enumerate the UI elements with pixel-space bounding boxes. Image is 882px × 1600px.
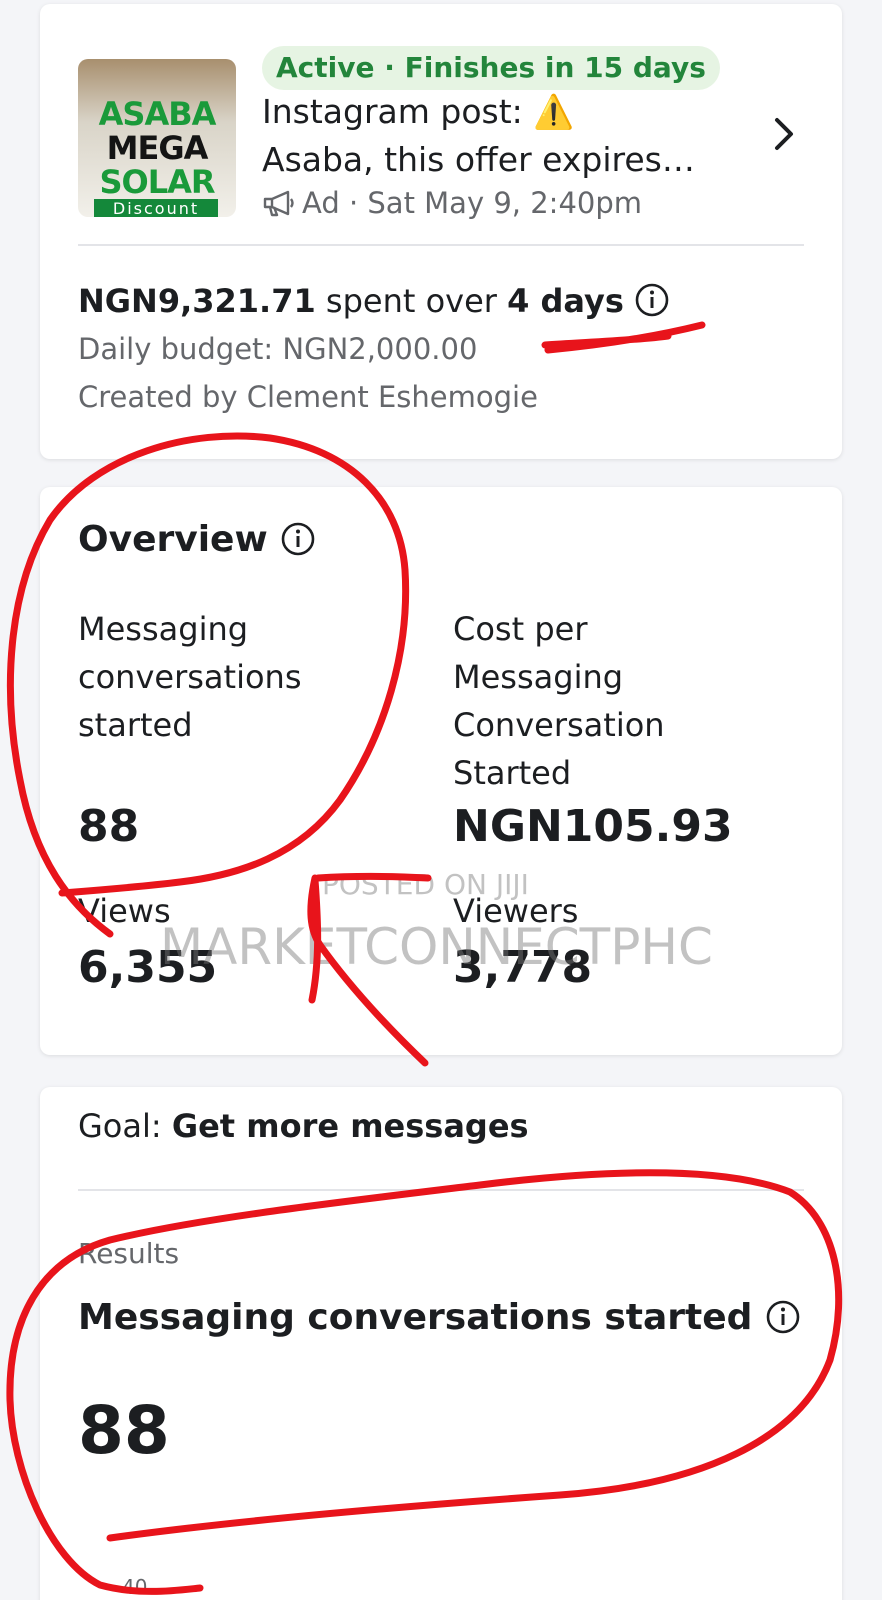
circle-overview	[6, 432, 410, 938]
arrow-pointer	[307, 873, 432, 1067]
red-annotations	[6, 321, 843, 1595]
underline-4-days	[541, 321, 706, 354]
circle-results	[6, 1169, 843, 1595]
